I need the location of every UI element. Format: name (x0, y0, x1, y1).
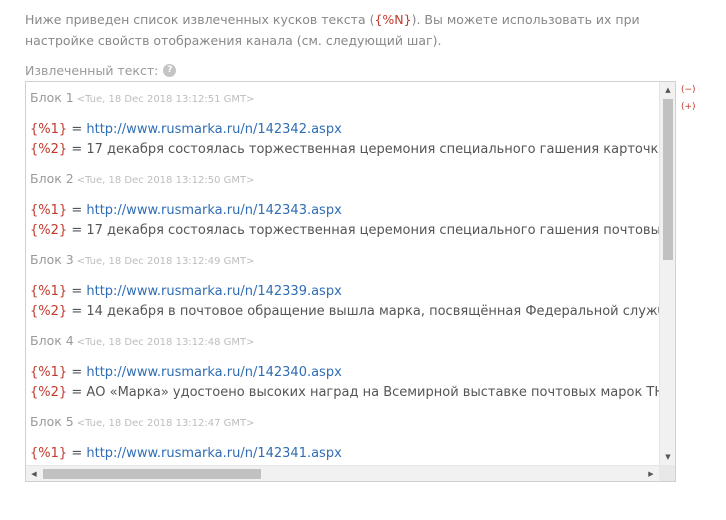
block-title: Блок 1 (30, 90, 74, 105)
field-label: Извлеченный текст: (25, 62, 159, 78)
scroll-left-icon[interactable]: ◀ (26, 466, 42, 481)
horizontal-scroll-thumb[interactable] (43, 469, 261, 479)
block-title: Блок 4 (30, 333, 74, 348)
block-2: Блок 2 <Tue, 18 Dec 2018 13:12:50 GMT> {%… (30, 170, 659, 241)
block-url-link[interactable]: http://www.rusmarka.ru/n/142339.aspx (86, 284, 341, 299)
block-url-link[interactable]: http://www.rusmarka.ru/n/142341.aspx (86, 446, 341, 461)
block-line-url: {%1} = http://www.rusmarka.ru/n/142340.a… (30, 363, 659, 383)
block-header: Блок 4 <Tue, 18 Dec 2018 13:12:48 GMT> (30, 332, 659, 350)
equals-sign: = (71, 304, 83, 319)
equals-sign: = (71, 365, 83, 380)
block-3: Блок 3 <Tue, 18 Dec 2018 13:12:49 GMT> {%… (30, 251, 659, 322)
block-title: Блок 5 (30, 414, 74, 429)
equals-sign: = (71, 284, 83, 299)
block-line-text: {%2} = 17 декабря состоялась торжественн… (30, 140, 659, 160)
key-token: {%1} (30, 365, 68, 380)
field-label-row: Извлеченный текст: ? (25, 61, 177, 79)
block-header: Блок 5 <Tue, 18 Dec 2018 13:12:47 GMT> (30, 413, 342, 431)
key-token: {%1} (30, 446, 68, 461)
block-header: Блок 1 <Tue, 18 Dec 2018 13:12:51 GMT> (30, 89, 659, 107)
vertical-scroll-thumb[interactable] (663, 99, 673, 260)
block-title: Блок 3 (30, 252, 74, 267)
block-4: Блок 4 <Tue, 18 Dec 2018 13:12:48 GMT> {%… (30, 332, 659, 403)
block-url-link[interactable]: http://www.rusmarka.ru/n/142342.aspx (86, 122, 341, 137)
key-token: {%1} (30, 284, 68, 299)
equals-sign: = (71, 446, 83, 461)
add-button[interactable]: (+) (681, 100, 696, 114)
block-text: 17 декабря состоялась торжественная цере… (86, 142, 659, 157)
block-text: АО «Марка» удостоено высоких наград на В… (86, 385, 659, 400)
block-timestamp: <Tue, 18 Dec 2018 13:12:48 GMT> (76, 337, 255, 348)
block-line-text: {%2} = 14 декабря в почтовое обращение в… (30, 302, 659, 322)
scrollbar-corner (659, 465, 675, 481)
block-timestamp: <Tue, 18 Dec 2018 13:12:49 GMT> (76, 256, 255, 267)
block-timestamp: <Tue, 18 Dec 2018 13:12:50 GMT> (76, 175, 255, 186)
key-token: {%2} (30, 304, 68, 319)
block-header: Блок 2 <Tue, 18 Dec 2018 13:12:50 GMT> (30, 170, 659, 188)
scroll-down-icon[interactable]: ▼ (660, 449, 675, 465)
extracted-text-content: Блок 1 <Tue, 18 Dec 2018 13:12:51 GMT> {%… (26, 82, 659, 465)
intro-text: Ниже приведен список извлеченных кусков … (25, 9, 685, 51)
block-5: Блок 5 <Tue, 18 Dec 2018 13:12:47 GMT> {%… (30, 413, 342, 464)
equals-sign: = (71, 223, 83, 238)
key-token: {%2} (30, 223, 68, 238)
block-line-text: {%2} = 17 декабря состоялась торжественн… (30, 221, 659, 241)
block-line-url: {%1} = http://www.rusmarka.ru/n/142341.a… (30, 444, 342, 464)
equals-sign: = (71, 122, 83, 137)
block-timestamp: <Tue, 18 Dec 2018 13:12:47 GMT> (76, 418, 255, 429)
block-line-url: {%1} = http://www.rusmarka.ru/n/142339.a… (30, 282, 659, 302)
block-text: 14 декабря в почтовое обращение вышла ма… (86, 304, 659, 319)
horizontal-scrollbar[interactable]: ◀ ▶ (26, 465, 659, 481)
block-header: Блок 3 <Tue, 18 Dec 2018 13:12:49 GMT> (30, 251, 659, 269)
intro-token: {%N} (374, 12, 412, 27)
help-icon[interactable]: ? (163, 63, 177, 77)
key-token: {%1} (30, 203, 68, 218)
equals-sign: = (71, 203, 83, 218)
extracted-text-box[interactable]: Блок 1 <Tue, 18 Dec 2018 13:12:51 GMT> {%… (25, 81, 676, 482)
vertical-scrollbar[interactable]: ▲ ▼ (659, 82, 675, 465)
block-line-url: {%1} = http://www.rusmarka.ru/n/142342.a… (30, 120, 659, 140)
block-title: Блок 2 (30, 171, 74, 186)
remove-button[interactable]: (−) (681, 83, 696, 97)
key-token: {%1} (30, 122, 68, 137)
block-line-text: {%2} = АО «Марка» удостоено высоких нагр… (30, 383, 659, 403)
scroll-right-icon[interactable]: ▶ (643, 466, 659, 481)
block-text: 17 декабря состоялась торжественная цере… (86, 223, 659, 238)
block-timestamp: <Tue, 18 Dec 2018 13:12:51 GMT> (76, 94, 255, 105)
block-url-link[interactable]: http://www.rusmarka.ru/n/142343.aspx (86, 203, 341, 218)
equals-sign: = (71, 142, 83, 157)
block-url-link[interactable]: http://www.rusmarka.ru/n/142340.aspx (86, 365, 341, 380)
scroll-up-icon[interactable]: ▲ (660, 82, 675, 98)
equals-sign: = (71, 385, 83, 400)
intro-part1: Ниже приведен список извлеченных кусков … (25, 12, 375, 27)
block-1: Блок 1 <Tue, 18 Dec 2018 13:12:51 GMT> {%… (30, 89, 659, 160)
key-token: {%2} (30, 385, 68, 400)
key-token: {%2} (30, 142, 68, 157)
block-line-url: {%1} = http://www.rusmarka.ru/n/142343.a… (30, 201, 659, 221)
